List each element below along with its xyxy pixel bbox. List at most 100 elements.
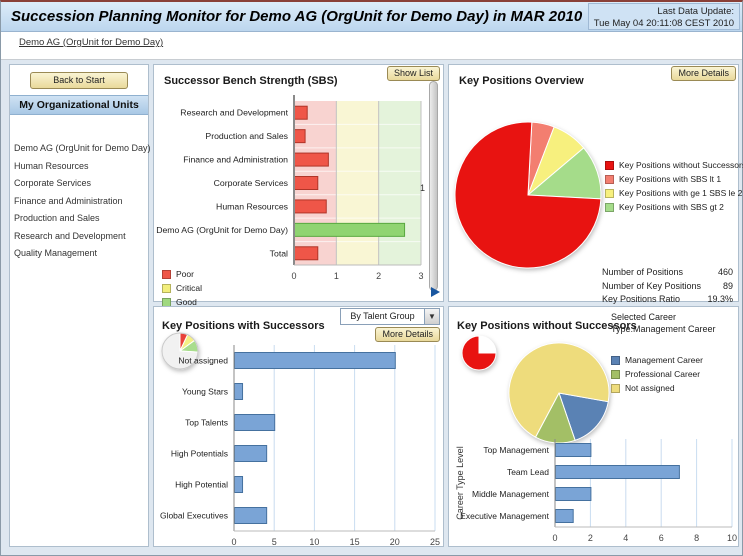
show-list-button[interactable]: Show List [386, 66, 440, 81]
sidebar-item[interactable]: Finance and Administration [10, 193, 148, 211]
svg-text:10: 10 [727, 533, 737, 543]
legend-label: Not assigned [625, 383, 675, 393]
sidebar-item[interactable]: Human Resources [10, 158, 148, 176]
svg-text:Finance and Administration: Finance and Administration [183, 155, 288, 165]
svg-text:Global Executives: Global Executives [160, 511, 228, 521]
legend-item: Key Positions with SBS lt 1 [605, 174, 743, 184]
stat-value: 19.3% [707, 294, 733, 304]
last-update-value: Tue May 04 20:11:08 CEST 2010 [593, 17, 734, 29]
sidebar-item[interactable]: Demo AG (OrgUnit for Demo Day) [10, 140, 151, 158]
back-to-start-button[interactable]: Back to Start [30, 72, 128, 89]
panel-key-positions-without-successors: Key Positions without Successors Selecte… [448, 306, 739, 547]
talent-group-dropdown[interactable]: By Talent Group ▼ [340, 308, 440, 325]
svg-text:0: 0 [552, 533, 557, 543]
dropdown-selected-value: By Talent Group [350, 311, 415, 321]
header-bar: Succession Planning Monitor for Demo AG … [1, 2, 742, 32]
legend-label: Poor [176, 269, 194, 279]
with-successors-bar-chart[interactable]: 0 5 10 15 20 25 Not assigned Young Stars Top Tal… [154, 339, 445, 548]
svg-text:25: 25 [430, 537, 440, 547]
panel-successor-bench-strength: Successor Bench Strength (SBS) Show List… [153, 64, 444, 307]
sidebar-item[interactable]: Corporate Services [10, 175, 148, 193]
sidebar-item[interactable]: Production and Sales [10, 210, 148, 228]
svg-text:Team Lead: Team Lead [507, 467, 549, 477]
overview-stats: Number of Positions 460 Number of Key Posi… [602, 266, 733, 307]
legend-swatch-icon [605, 160, 614, 170]
sbs-panel-title: Successor Bench Strength (SBS) [164, 75, 338, 87]
svg-text:5: 5 [272, 537, 277, 547]
legend-label: Key Positions with SBS lt 1 [619, 174, 722, 184]
legend-swatch-icon [605, 188, 614, 198]
svg-text:0: 0 [291, 271, 296, 281]
stat-label: Number of Key Positions [602, 280, 702, 291]
career-type-legend: Management Career Professional Career Not … [611, 355, 703, 397]
legend-label: Key Positions without Successors [619, 160, 743, 170]
sidebar-items: Demo AG (OrgUnit for Demo Day) Human Reso… [10, 140, 151, 263]
svg-text:Total: Total [270, 248, 288, 258]
sbs-legend: Poor Critical Good [162, 269, 202, 311]
panel-key-positions-with-successors: By Talent Group ▼ More Details Key Posit… [153, 306, 444, 547]
selected-career-line1: Selected Career [611, 312, 677, 322]
legend-item: Management Career [611, 355, 703, 365]
svg-text:Not assigned: Not assigned [178, 356, 228, 366]
legend-item: Key Positions with SBS gt 2 [605, 202, 743, 212]
legend-label: Critical [176, 283, 202, 293]
svg-text:High Potentials: High Potentials [171, 449, 228, 459]
svg-text:0: 0 [231, 537, 236, 547]
svg-text:2: 2 [588, 533, 593, 543]
svg-text:Corporate Services: Corporate Services [214, 178, 289, 188]
svg-text:8: 8 [694, 533, 699, 543]
stat-row: Key Positions Ratio 19.3% [602, 293, 733, 307]
legend-swatch-icon [162, 269, 171, 279]
slider-advance-icon[interactable] [431, 287, 440, 297]
sidebar: Back to Start My Organizational Units De… [9, 64, 151, 547]
page-title: Succession Planning Monitor for Demo AG … [11, 8, 583, 25]
svg-text:20: 20 [390, 537, 400, 547]
stat-label: Key Positions Ratio [602, 294, 681, 304]
breadcrumb-link[interactable]: Demo AG (OrgUnit for Demo Day) [19, 37, 163, 48]
breadcrumb: Demo AG (OrgUnit for Demo Day) [1, 32, 742, 60]
panel-key-positions-overview: More Details Key Positions Overview Key … [448, 64, 743, 304]
legend-label: Key Positions with ge 1 SBS le 2 [619, 188, 743, 198]
stat-row: Number of Key Positions 89 [602, 280, 733, 294]
svg-text:4: 4 [623, 533, 628, 543]
overview-more-details-button[interactable]: More Details [671, 66, 736, 81]
svg-text:Executive Management: Executive Management [460, 511, 549, 521]
stat-value: 460 [717, 267, 733, 277]
stat-value: 89 [722, 280, 733, 291]
legend-item: Critical [162, 283, 202, 293]
svg-text:Middle Management: Middle Management [472, 489, 550, 499]
legend-item: Professional Career [611, 369, 703, 379]
svg-text:3: 3 [418, 271, 423, 281]
svg-text:Top Talents: Top Talents [185, 418, 228, 428]
svg-text:Top Management: Top Management [483, 445, 549, 455]
sidebar-item[interactable]: Quality Management [10, 245, 148, 263]
legend-swatch-icon [611, 383, 620, 393]
slider-value-label: 1 [420, 183, 426, 193]
legend-item: Key Positions with ge 1 SBS le 2 [605, 188, 743, 198]
legend-swatch-icon [162, 283, 171, 293]
svg-text:Human Resources: Human Resources [216, 201, 289, 211]
svg-text:Career Type Level: Career Type Level [455, 446, 465, 519]
last-update-label: Last Data Update: [657, 6, 734, 17]
svg-text:1: 1 [334, 271, 339, 281]
legend-swatch-icon [605, 174, 614, 184]
svg-text:Young Stars: Young Stars [182, 387, 228, 397]
overview-legend: Key Positions without Successors Key Posi… [605, 160, 743, 216]
sidebar-item[interactable]: Research and Development [10, 228, 148, 246]
legend-label: Professional Career [625, 369, 701, 379]
svg-text:Demo AG (OrgUnit for Demo Day): Demo AG (OrgUnit for Demo Day) [156, 225, 288, 235]
legend-swatch-icon [611, 369, 620, 379]
sidebar-title: My Organizational Units [10, 95, 148, 115]
legend-item: Not assigned [611, 383, 703, 393]
svg-text:10: 10 [309, 537, 319, 547]
career-level-bar-chart[interactable]: 0 2 4 6 8 10 Top Management Team Lead Middle Man… [449, 435, 740, 547]
legend-swatch-icon [611, 355, 620, 365]
dashboard-window: Succession Planning Monitor for Demo AG … [0, 0, 743, 556]
last-data-update: Last Data Update: Tue May 04 20:11:08 CE… [587, 3, 740, 30]
chart-zoom-slider[interactable]: 1 [420, 81, 440, 297]
without-successors-panel-title: Key Positions without Successors [457, 320, 637, 332]
chevron-down-icon[interactable]: ▼ [424, 309, 439, 324]
stat-row: Number of Positions 460 [602, 266, 733, 280]
svg-text:15: 15 [350, 537, 360, 547]
svg-text:Research and Development: Research and Development [180, 108, 288, 118]
